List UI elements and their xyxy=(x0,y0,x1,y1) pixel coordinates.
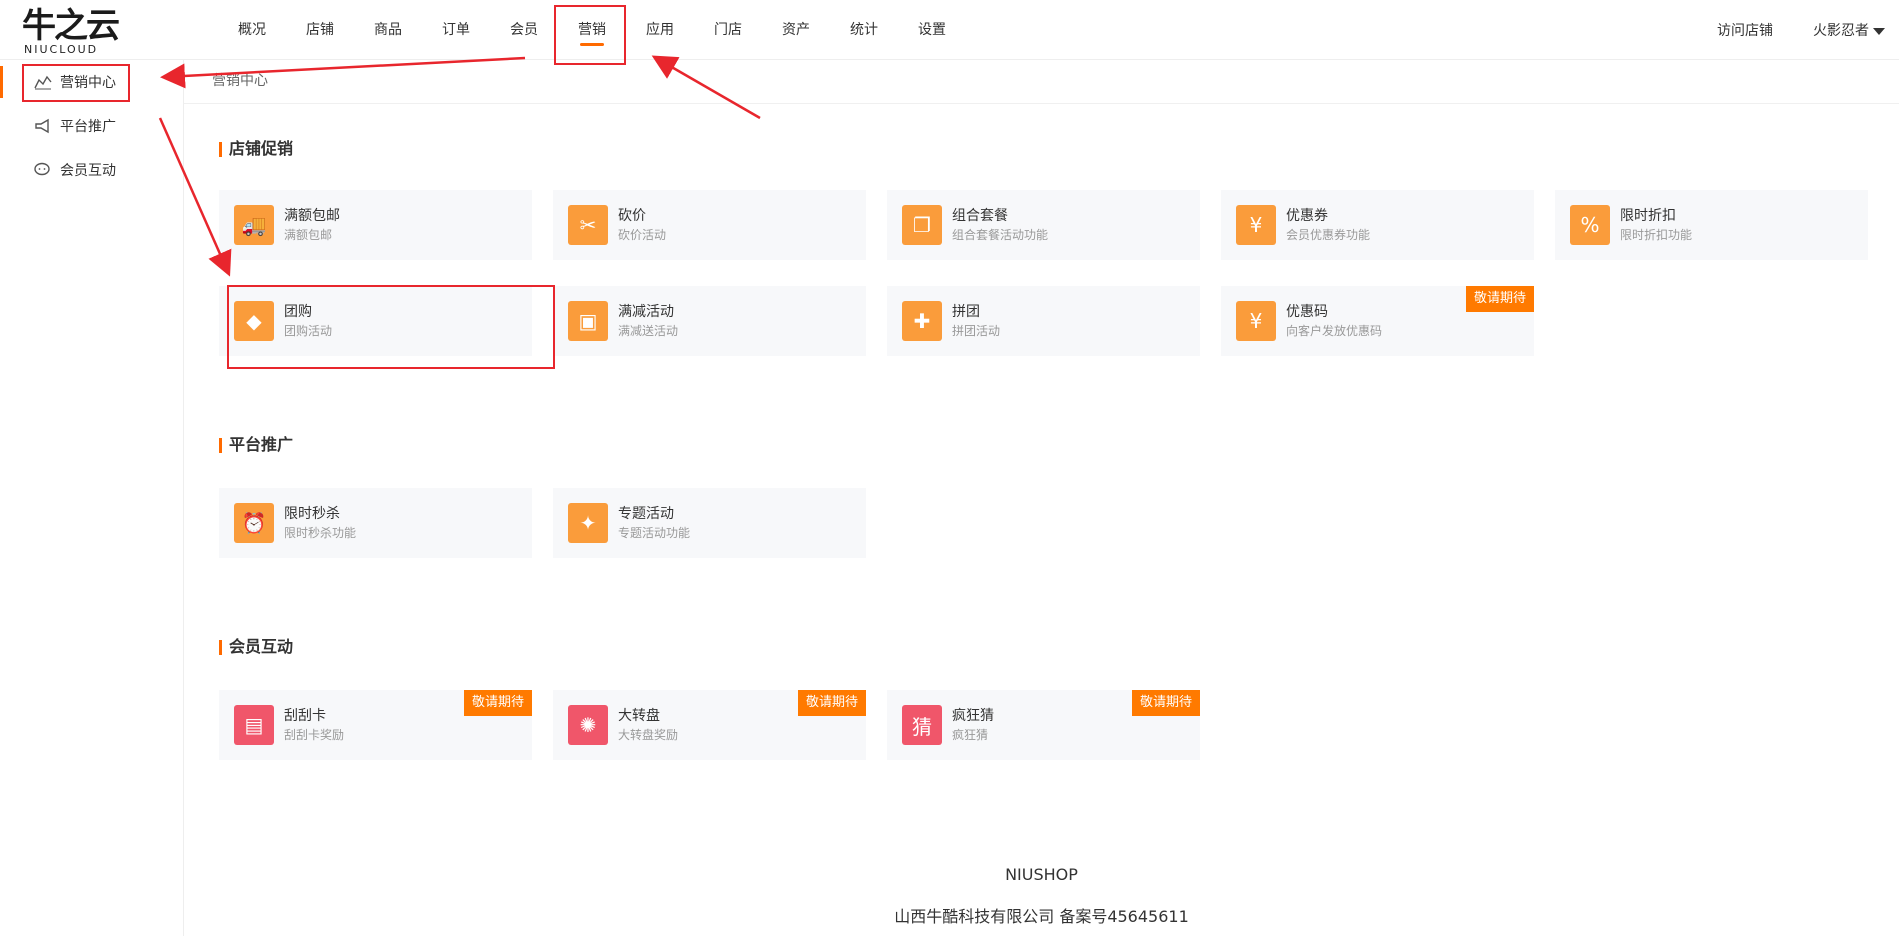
arrow xyxy=(160,56,526,89)
arrow xyxy=(651,55,761,120)
arrow xyxy=(158,117,232,277)
annotation-arrows xyxy=(158,55,761,277)
